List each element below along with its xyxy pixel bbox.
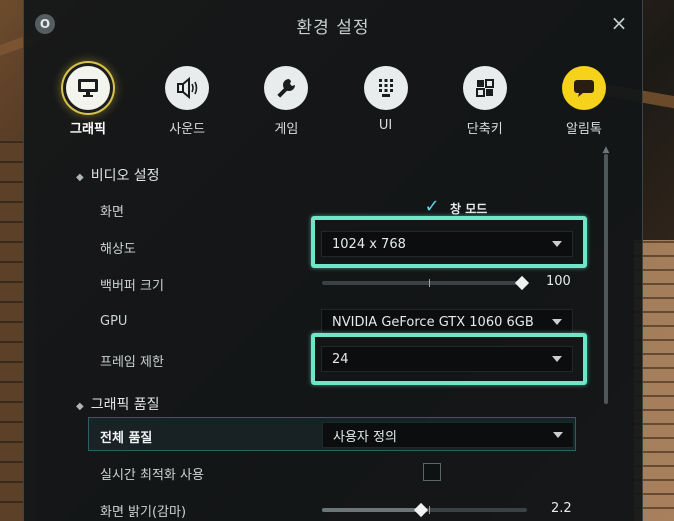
screen-label: 화면 <box>100 205 124 220</box>
realtime-opt-label: 실시간 최적화 사용 <box>100 468 204 483</box>
resolution-label: 해상도 <box>100 242 136 257</box>
backbuffer-label: 백버퍼 크기 <box>100 279 164 294</box>
backbuffer-value: 100 <box>546 274 571 289</box>
backbuffer-slider[interactable] <box>322 275 530 291</box>
select-value: 사용자 정의 <box>333 429 397 445</box>
chat-bubble-icon <box>561 66 606 110</box>
framerate-select[interactable]: 24 <box>321 346 573 372</box>
chevron-down-icon <box>552 356 562 362</box>
settings-content: ▲ ◆ 비디오 설정 화면 ✓ 창 모드 해상도 1024 x 768 백버퍼 크… <box>24 146 624 521</box>
shortcut-keys-icon <box>462 66 507 110</box>
tab-label: UI <box>378 118 393 133</box>
scrollbar[interactable] <box>604 154 608 404</box>
tab-graphics[interactable]: 그래픽 <box>46 66 130 138</box>
tab-game[interactable]: 게임 <box>244 66 328 138</box>
tab-label: 게임 <box>274 122 299 137</box>
brightness-slider[interactable] <box>322 502 527 518</box>
tab-label: 그래픽 <box>70 122 106 137</box>
select-value: 24 <box>332 351 349 367</box>
section-title: 비디오 설정 <box>90 168 160 184</box>
gpu-select[interactable]: NVIDIA GeForce GTX 1060 6GB <box>321 309 573 335</box>
chevron-down-icon <box>553 432 563 438</box>
scroll-up-icon[interactable]: ▲ <box>600 146 612 155</box>
check-icon: ✓ <box>424 196 440 217</box>
grid-dots-icon <box>363 66 408 110</box>
gpu-label: GPU <box>100 314 128 329</box>
framerate-label: 프레임 제한 <box>100 355 164 370</box>
tab-label: 단축키 <box>466 122 503 137</box>
tab-notification-talk[interactable]: 알림톡 <box>542 66 626 138</box>
diamond-bullet-icon: ◆ <box>76 401 84 412</box>
slider-knob[interactable] <box>514 275 530 291</box>
slider-fill <box>322 508 421 512</box>
tab-label: 사운드 <box>169 122 206 137</box>
window-mode-checkbox[interactable]: ✓ <box>423 198 441 216</box>
tab-label: 알림톡 <box>565 122 602 137</box>
realtime-opt-checkbox[interactable] <box>423 463 441 481</box>
brightness-value: 2.2 <box>551 501 572 516</box>
resolution-select[interactable]: 1024 x 768 <box>321 231 573 257</box>
chevron-down-icon <box>552 319 562 325</box>
slider-tick <box>429 506 430 514</box>
section-video: ◆ 비디오 설정 <box>76 165 160 185</box>
speaker-icon <box>165 66 210 110</box>
overall-quality-label: 전체 품질 <box>100 431 153 446</box>
settings-tabs: 그래픽 사운드 게임 UI 단축키 알림톡 <box>46 66 626 138</box>
diamond-bullet-icon: ◆ <box>76 172 84 183</box>
title-bar: O 환경 설정 × <box>24 0 642 50</box>
menu-badge-icon[interactable]: O <box>35 14 55 34</box>
brightness-label: 화면 밝기(감마) <box>100 505 187 520</box>
slider-tick <box>429 279 430 287</box>
tab-sound[interactable]: 사운드 <box>145 66 229 138</box>
tab-ui[interactable]: UI <box>344 66 428 138</box>
window-mode-label: 창 모드 <box>450 202 488 216</box>
monitor-icon <box>66 66 110 110</box>
select-value: NVIDIA GeForce GTX 1060 6GB <box>332 314 534 330</box>
overall-quality-select[interactable]: 사용자 정의 <box>322 422 574 448</box>
section-title: 그래픽 품질 <box>90 397 160 413</box>
slider-knob[interactable] <box>413 502 429 518</box>
settings-window: O 환경 설정 × 그래픽 사운드 게임 UI 단축키 알림톡 ▲ ◆ 비디오 … <box>23 0 643 521</box>
section-quality: ◆ 그래픽 품질 <box>76 394 160 414</box>
select-value: 1024 x 768 <box>332 236 406 252</box>
close-icon[interactable]: × <box>608 12 630 34</box>
window-title: 환경 설정 <box>296 17 370 38</box>
wrench-icon <box>264 66 309 110</box>
tab-shortcuts[interactable]: 단축키 <box>443 66 527 138</box>
chevron-down-icon <box>552 241 562 247</box>
